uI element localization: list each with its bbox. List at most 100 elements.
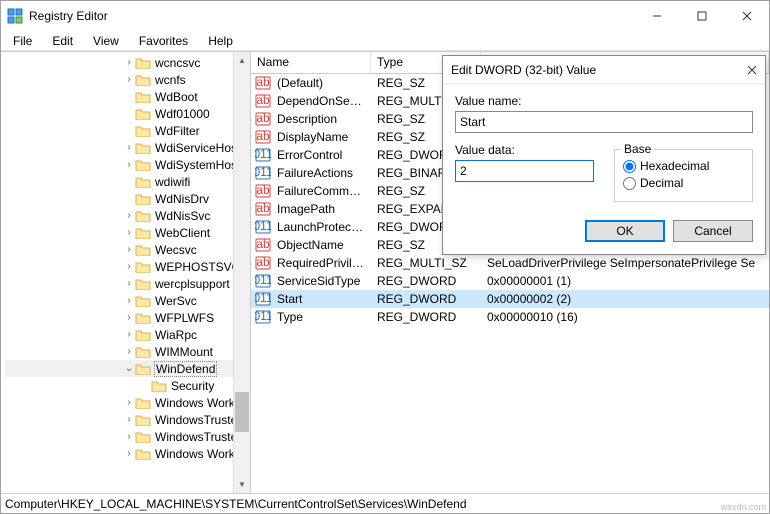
tree-item[interactable]: ›wercplsupport	[5, 275, 250, 292]
scroll-up-icon[interactable]: ▲	[234, 52, 250, 69]
radio-dec-input[interactable]	[623, 177, 636, 190]
tree-item[interactable]: ›WdiServiceHost	[5, 139, 250, 156]
cell-data: 0x00000010 (16)	[481, 310, 769, 324]
window-title: Registry Editor	[29, 9, 634, 23]
radio-decimal[interactable]: Decimal	[623, 176, 744, 190]
expand-icon[interactable]: ›	[123, 244, 135, 255]
cell-name: (Default)	[271, 76, 371, 90]
tree-item[interactable]: ›WIMMount	[5, 343, 250, 360]
tree-item-label: WindowsTrusted	[154, 413, 245, 427]
cell-name: DisplayName	[271, 130, 371, 144]
list-row[interactable]: 011StartREG_DWORD0x00000002 (2)	[251, 290, 769, 308]
cell-type: REG_MULTI_SZ	[371, 256, 481, 270]
expand-icon[interactable]: ›	[123, 227, 135, 238]
valuename-input[interactable]	[455, 111, 753, 133]
tree-item[interactable]: ›WdiSystemHost	[5, 156, 250, 173]
expand-icon[interactable]: ›	[123, 414, 135, 425]
expand-icon[interactable]: ›	[123, 397, 135, 408]
valuedata-input[interactable]	[455, 160, 594, 182]
expand-icon[interactable]: ›	[123, 346, 135, 357]
menu-edit[interactable]: Edit	[44, 32, 81, 50]
tree-scrollbar[interactable]: ▲ ▼	[233, 52, 250, 493]
expand-icon[interactable]: ›	[123, 278, 135, 289]
tree-item[interactable]: ›WebClient	[5, 224, 250, 241]
radio-hexadecimal[interactable]: Hexadecimal	[623, 159, 744, 173]
dialog-close-button[interactable]	[747, 65, 757, 75]
list-row[interactable]: 011ServiceSidTypeREG_DWORD0x00000001 (1)	[251, 272, 769, 290]
tree-item-label: wcnfs	[154, 73, 187, 87]
list-row[interactable]: abRequiredPrivile...REG_MULTI_SZSeLoadDr…	[251, 254, 769, 272]
folder-icon	[135, 260, 151, 273]
expand-icon[interactable]: ›	[123, 329, 135, 340]
folder-icon	[135, 175, 151, 188]
radio-hex-label: Hexadecimal	[640, 159, 709, 173]
folder-icon	[135, 294, 151, 307]
menu-view[interactable]: View	[85, 32, 127, 50]
expand-icon[interactable]: ›	[123, 159, 135, 170]
menubar: File Edit View Favorites Help	[1, 31, 769, 51]
close-button[interactable]	[724, 1, 769, 31]
svg-text:011: 011	[255, 274, 271, 287]
folder-icon	[135, 73, 151, 86]
collapse-icon[interactable]: ⌄	[123, 363, 135, 374]
tree-item[interactable]: › WindowsTrusted	[5, 411, 250, 428]
expand-icon[interactable]: ›	[123, 261, 135, 272]
edit-dword-dialog: Edit DWORD (32-bit) Value Value name: Va…	[442, 55, 766, 255]
tree-item[interactable]: Wdf01000	[5, 105, 250, 122]
tree-item-label: WerSvc	[154, 294, 198, 308]
tree-item[interactable]: › WerSvc	[5, 292, 250, 309]
tree-item[interactable]: ›Wecsvc	[5, 241, 250, 258]
svg-text:ab: ab	[256, 76, 270, 89]
expand-icon[interactable]: ›	[123, 431, 135, 442]
menu-file[interactable]: File	[5, 32, 40, 50]
expand-icon[interactable]: ›	[123, 448, 135, 459]
scroll-thumb[interactable]	[235, 392, 249, 432]
tree-item[interactable]: ›WFPLWFS	[5, 309, 250, 326]
tree-item[interactable]: ›WiaRpc	[5, 326, 250, 343]
cell-type: REG_DWORD	[371, 310, 481, 324]
list-row[interactable]: 011TypeREG_DWORD0x00000010 (16)	[251, 308, 769, 326]
minimize-button[interactable]	[634, 1, 679, 31]
cell-name: ImagePath	[271, 202, 371, 216]
expand-icon[interactable]: ›	[123, 57, 135, 68]
expand-icon[interactable]: ›	[123, 210, 135, 221]
dialog-titlebar: Edit DWORD (32-bit) Value	[443, 56, 765, 84]
tree-item[interactable]: › wcnfs	[5, 71, 250, 88]
svg-text:ab: ab	[256, 130, 270, 143]
reg-dword-icon: 011	[255, 166, 271, 180]
tree-item[interactable]: WdFilter	[5, 122, 250, 139]
tree-item-label: WEPHOSTSVC	[154, 260, 241, 274]
tree-item[interactable]: › WEPHOSTSVC	[5, 258, 250, 275]
tree-item[interactable]: ›Windows Workfl	[5, 445, 250, 462]
cell-data: 0x00000001 (1)	[481, 274, 769, 288]
dialog-title: Edit DWORD (32-bit) Value	[451, 63, 747, 77]
expand-icon[interactable]: ›	[123, 74, 135, 85]
reg-sz-icon: ab	[255, 256, 271, 270]
ok-button[interactable]: OK	[585, 220, 665, 242]
cancel-button[interactable]: Cancel	[673, 220, 753, 242]
base-label: Base	[621, 142, 654, 156]
expand-icon[interactable]: ›	[123, 312, 135, 323]
expand-icon[interactable]: ›	[123, 142, 135, 153]
tree-item[interactable]: ›wcncsvc	[5, 54, 250, 71]
expand-icon[interactable]: ›	[123, 295, 135, 306]
radio-dec-label: Decimal	[640, 176, 683, 190]
column-name[interactable]: Name	[251, 52, 371, 73]
tree-item[interactable]: Security	[5, 377, 250, 394]
tree-item[interactable]: wdiwifi	[5, 173, 250, 190]
folder-icon	[135, 345, 151, 358]
scroll-down-icon[interactable]: ▼	[234, 476, 250, 493]
tree-item[interactable]: ›WdNisSvc	[5, 207, 250, 224]
radio-hex-input[interactable]	[623, 160, 636, 173]
maximize-button[interactable]	[679, 1, 724, 31]
tree-item[interactable]: WdBoot	[5, 88, 250, 105]
tree-item[interactable]: ⌄WinDefend	[5, 360, 250, 377]
svg-text:ab: ab	[256, 184, 270, 197]
cell-name: FailureCommand	[271, 184, 371, 198]
menu-help[interactable]: Help	[200, 32, 241, 50]
folder-icon	[135, 328, 151, 341]
tree-item[interactable]: WdNisDrv	[5, 190, 250, 207]
tree-item[interactable]: ›Windows Workfl	[5, 394, 250, 411]
menu-favorites[interactable]: Favorites	[131, 32, 196, 50]
tree-item[interactable]: ›WindowsTrusted	[5, 428, 250, 445]
